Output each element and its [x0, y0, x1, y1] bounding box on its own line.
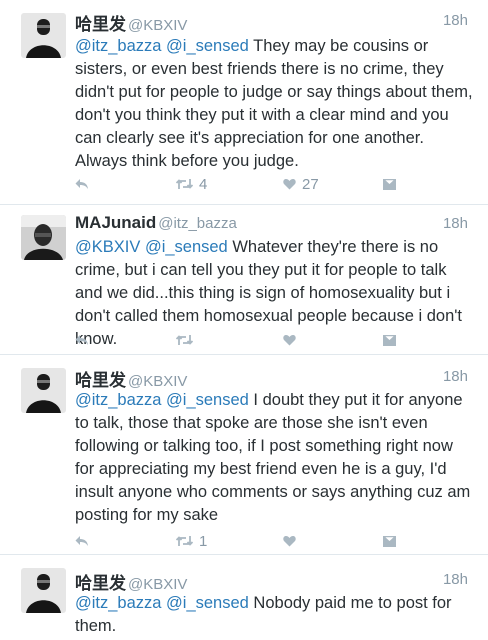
reply-button[interactable]	[75, 175, 89, 193]
display-name[interactable]: 哈里发	[75, 574, 126, 593]
retweet-button[interactable]	[176, 331, 193, 349]
tweet-body: They may be cousins or sisters, or even …	[75, 37, 473, 170]
direct-message-button[interactable]	[383, 532, 396, 550]
display-name[interactable]: 哈里发	[75, 371, 126, 390]
user-handle[interactable]: @itz_bazza	[158, 215, 237, 232]
reply-button[interactable]	[75, 532, 89, 550]
mention-links[interactable]: @itz_bazza @i_sensed	[75, 37, 249, 55]
reply-icon	[75, 535, 89, 547]
tweet-actions: 4 27	[75, 175, 405, 193]
tweet[interactable]: 哈里发 @KBXIV 18h @itz_bazza @i_sensed Nobod…	[0, 555, 488, 640]
retweet-count: 1	[199, 532, 208, 550]
tweet[interactable]: MAJunaid @itz_bazza 18h @KBXIV @i_sensed …	[0, 205, 488, 355]
retweet-button[interactable]: 4	[176, 175, 207, 193]
reply-icon	[75, 178, 89, 190]
tweet-text: @itz_bazza @i_sensed I doubt they put it…	[75, 389, 474, 527]
timestamp[interactable]: 18h	[443, 215, 468, 232]
direct-message-button[interactable]	[383, 175, 396, 193]
timeline: 哈里发 @KBXIV 18h @itz_bazza @i_sensed They …	[0, 0, 488, 640]
timestamp[interactable]: 18h	[443, 368, 468, 385]
timestamp[interactable]: 18h	[443, 12, 468, 29]
like-button[interactable]	[283, 331, 296, 349]
reply-icon	[75, 334, 89, 346]
user-handle[interactable]: @KBXIV	[128, 576, 187, 593]
retweet-icon	[176, 178, 193, 190]
reply-button[interactable]	[75, 331, 89, 349]
tweet-text: @itz_bazza @i_sensed They may be cousins…	[75, 35, 474, 173]
mention-links[interactable]: @KBXIV @i_sensed	[75, 238, 228, 256]
envelope-icon	[383, 535, 396, 547]
retweet-icon	[176, 535, 193, 547]
tweet-header: 哈里发 @KBXIV 18h	[75, 10, 468, 34]
tweet[interactable]: 哈里发 @KBXIV 18h @itz_bazza @i_sensed I dou…	[0, 355, 488, 555]
tweet-header: 哈里发 @KBXIV 18h	[75, 569, 468, 593]
timestamp[interactable]: 18h	[443, 571, 468, 588]
mention-links[interactable]: @itz_bazza @i_sensed	[75, 391, 249, 409]
tweet-body: I doubt they put it for anyone to talk, …	[75, 391, 471, 524]
retweet-icon	[176, 334, 193, 346]
tweet-actions	[75, 331, 405, 349]
display-name[interactable]: MAJunaid	[75, 213, 156, 232]
tweet-header: MAJunaid @itz_bazza 18h	[75, 213, 468, 235]
retweet-count: 4	[199, 175, 208, 193]
retweet-button[interactable]: 1	[176, 532, 207, 550]
mention-links[interactable]: @itz_bazza @i_sensed	[75, 594, 249, 612]
like-count: 27	[302, 175, 319, 193]
tweet-actions: 1	[75, 532, 405, 550]
display-name[interactable]: 哈里发	[75, 15, 126, 34]
tweet-text: @itz_bazza @i_sensed Nobody paid me to p…	[75, 592, 474, 638]
user-handle[interactable]: @KBXIV	[128, 373, 187, 390]
heart-icon	[283, 535, 296, 547]
like-button[interactable]: 27	[283, 175, 319, 193]
avatar[interactable]	[21, 215, 66, 260]
tweet-header: 哈里发 @KBXIV 18h	[75, 366, 468, 390]
avatar[interactable]	[21, 368, 66, 413]
user-handle[interactable]: @KBXIV	[128, 17, 187, 34]
tweet[interactable]: 哈里发 @KBXIV 18h @itz_bazza @i_sensed They …	[0, 0, 488, 205]
heart-icon	[283, 178, 296, 190]
direct-message-button[interactable]	[383, 331, 396, 349]
avatar[interactable]	[21, 13, 66, 58]
envelope-icon	[383, 178, 396, 190]
like-button[interactable]	[283, 532, 296, 550]
avatar[interactable]	[21, 568, 66, 613]
heart-icon	[283, 334, 296, 346]
envelope-icon	[383, 334, 396, 346]
